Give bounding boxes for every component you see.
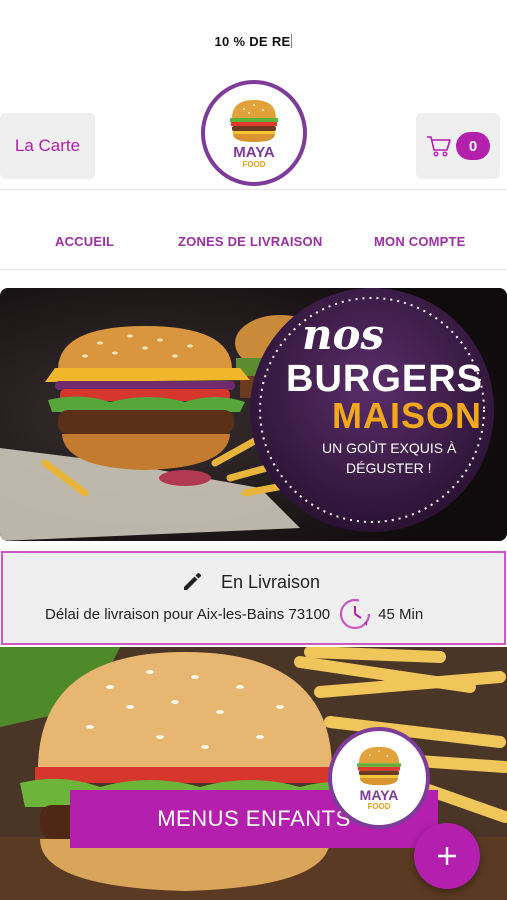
main-nav: ACCUEIL ZONES DE LIVRAISON MON COMPTE bbox=[0, 190, 507, 270]
plus-icon bbox=[438, 847, 456, 865]
brand-logo[interactable]: MAYA FOOD bbox=[201, 80, 307, 186]
category-label-text: MENUS ENFANTS bbox=[157, 806, 351, 831]
delivery-mode-label: En Livraison bbox=[221, 571, 321, 592]
pencil-icon[interactable] bbox=[181, 571, 203, 593]
nav-divider bbox=[0, 269, 507, 270]
nav-mon-compte[interactable]: MON COMPTE bbox=[374, 234, 466, 249]
promo-text: 10 % DE RE bbox=[0, 34, 507, 49]
logo-sub-text: FOOD bbox=[242, 159, 266, 169]
delivery-time-value: 45 Min bbox=[378, 605, 424, 623]
category-card-logo: MAYA FOOD bbox=[328, 727, 430, 829]
delivery-time-info: Délai de livraison pour Aix-les-Bains 73… bbox=[45, 597, 423, 631]
promo-banner[interactable]: nos BURGERS MAISON UN GOÛT EXQUIS À DÉGU… bbox=[0, 288, 507, 541]
delivery-time-text: Délai de livraison pour Aix-les-Bains 73… bbox=[45, 605, 331, 623]
burger-icon bbox=[357, 746, 401, 786]
cart-count-badge: 0 bbox=[456, 132, 490, 160]
clock-icon bbox=[340, 598, 371, 630]
delivery-info-box[interactable]: En Livraison Délai de livraison pour Aix… bbox=[1, 551, 506, 645]
banner-text-tagline-1: UN GOÛT EXQUIS À bbox=[322, 440, 457, 456]
cart-button[interactable]: 0 bbox=[416, 113, 500, 179]
menu-button[interactable]: La Carte bbox=[0, 113, 95, 179]
card-logo-brand-text: MAYA bbox=[359, 787, 399, 803]
burger-icon bbox=[230, 99, 278, 142]
banner-text-nos: nos bbox=[302, 310, 385, 359]
nav-accueil[interactable]: ACCUEIL bbox=[55, 234, 114, 249]
card-logo-sub-text: FOOD bbox=[367, 802, 391, 811]
menu-button-label: La Carte bbox=[14, 136, 81, 155]
add-fab-button[interactable] bbox=[414, 823, 480, 889]
banner-text-tagline-2: DÉGUSTER ! bbox=[346, 460, 432, 476]
cart-icon bbox=[427, 136, 451, 157]
text-caret bbox=[291, 34, 293, 48]
banner-text-maison: MAISON bbox=[332, 395, 482, 436]
delivery-mode: En Livraison bbox=[181, 571, 320, 593]
nav-zones-de-livraison[interactable]: ZONES DE LIVRAISON bbox=[178, 234, 322, 249]
logo-brand-text: MAYA bbox=[233, 143, 275, 161]
promo-label: 10 % DE RE bbox=[214, 34, 291, 49]
